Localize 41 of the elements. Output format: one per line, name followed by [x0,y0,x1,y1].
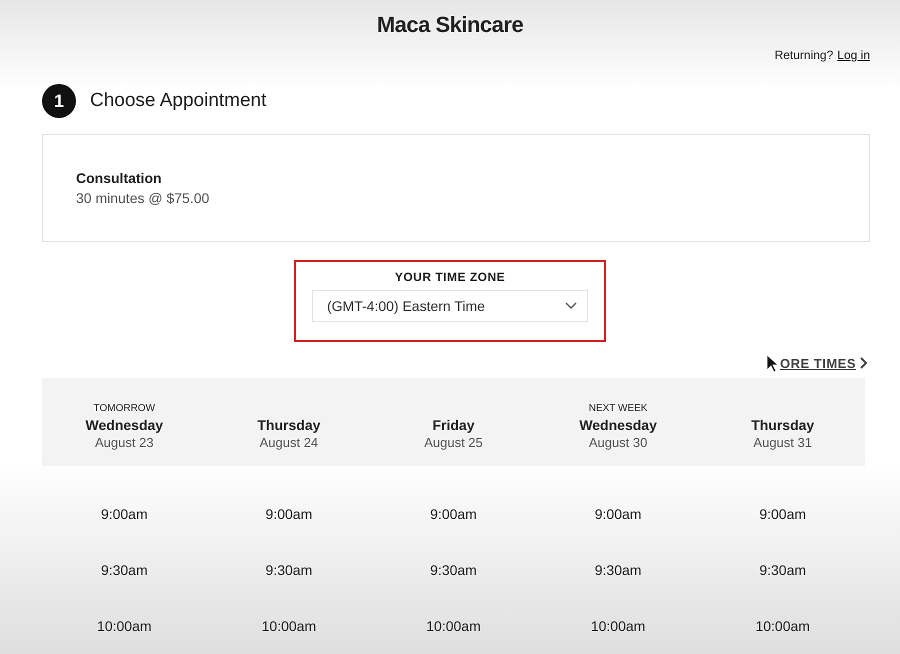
mouse-pointer-icon [766,354,778,372]
day-note: TOMORROW [94,403,156,414]
time-slot[interactable]: 10:00am [590,616,646,635]
time-slot[interactable]: 9:30am [266,560,312,579]
step-title: Choose Appointment [90,90,266,112]
chevron-right-icon [860,357,868,369]
time-slot[interactable]: 10:00am [262,616,316,635]
time-slot[interactable]: 9:00am [430,504,477,523]
login-link[interactable]: Log in [837,48,870,62]
date: August 24 [260,435,318,450]
timezone-label: YOUR TIME ZONE [394,270,506,284]
page-title: Maca Skincare [376,12,524,38]
appointment-card[interactable]: Consultation 30 minutes @ $75.00 [42,134,870,242]
time-slot[interactable]: 9:30am [594,560,642,579]
time-slot[interactable]: 9:00am [100,504,148,523]
day-note: NEXT WEEK [588,403,648,414]
appointment-name: Consultation [76,170,163,186]
weekday: Thursday [257,417,320,433]
time-slot[interactable]: 10:00am [97,616,152,635]
chevron-down-icon [565,302,577,310]
time-slot[interactable]: 9:30am [100,560,148,579]
time-slot[interactable]: 9:00am [759,504,806,523]
time-slot[interactable]: 10:00am [426,616,481,635]
weekday: Wednesday [86,417,164,433]
time-slot[interactable]: 9:00am [266,504,312,523]
time-slot[interactable]: 10:00am [755,616,810,635]
step-number: 1 [42,84,76,118]
weekday: Friday [432,417,474,433]
date: August 31 [753,435,812,450]
time-slot[interactable]: 9:30am [430,560,477,579]
timezone-dropdown[interactable]: (GMT-4:00) Eastern Time [312,290,588,322]
date: August 25 [424,435,483,450]
more-times-link[interactable]: ORE TIMES [780,356,868,370]
weekday: Thursday [751,417,814,433]
time-slot[interactable]: 9:30am [759,560,806,579]
returning-label: Returning? [774,48,834,62]
time-slot[interactable]: 9:00am [594,504,642,523]
appointment-details: 30 minutes @ $75.00 [76,190,210,206]
date: August 23 [95,435,154,450]
weekday: Wednesday [579,417,657,433]
date: August 30 [588,435,648,450]
